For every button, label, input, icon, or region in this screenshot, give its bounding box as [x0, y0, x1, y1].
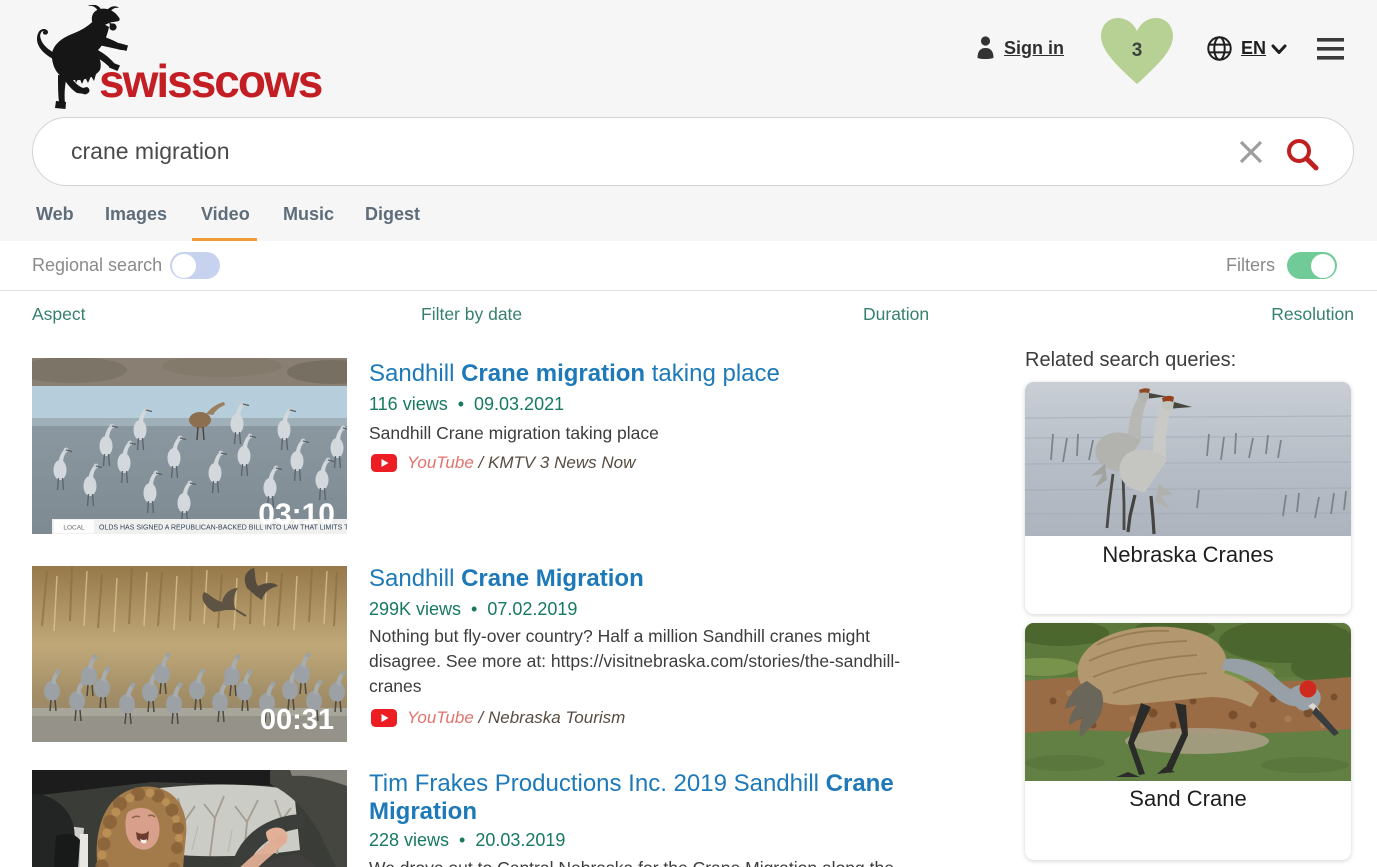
svg-text:LOCAL: LOCAL — [63, 525, 85, 532]
svg-text:3: 3 — [1132, 40, 1143, 61]
svg-text:00:31: 00:31 — [260, 704, 334, 736]
svg-text:03:10: 03:10 — [258, 498, 335, 531]
